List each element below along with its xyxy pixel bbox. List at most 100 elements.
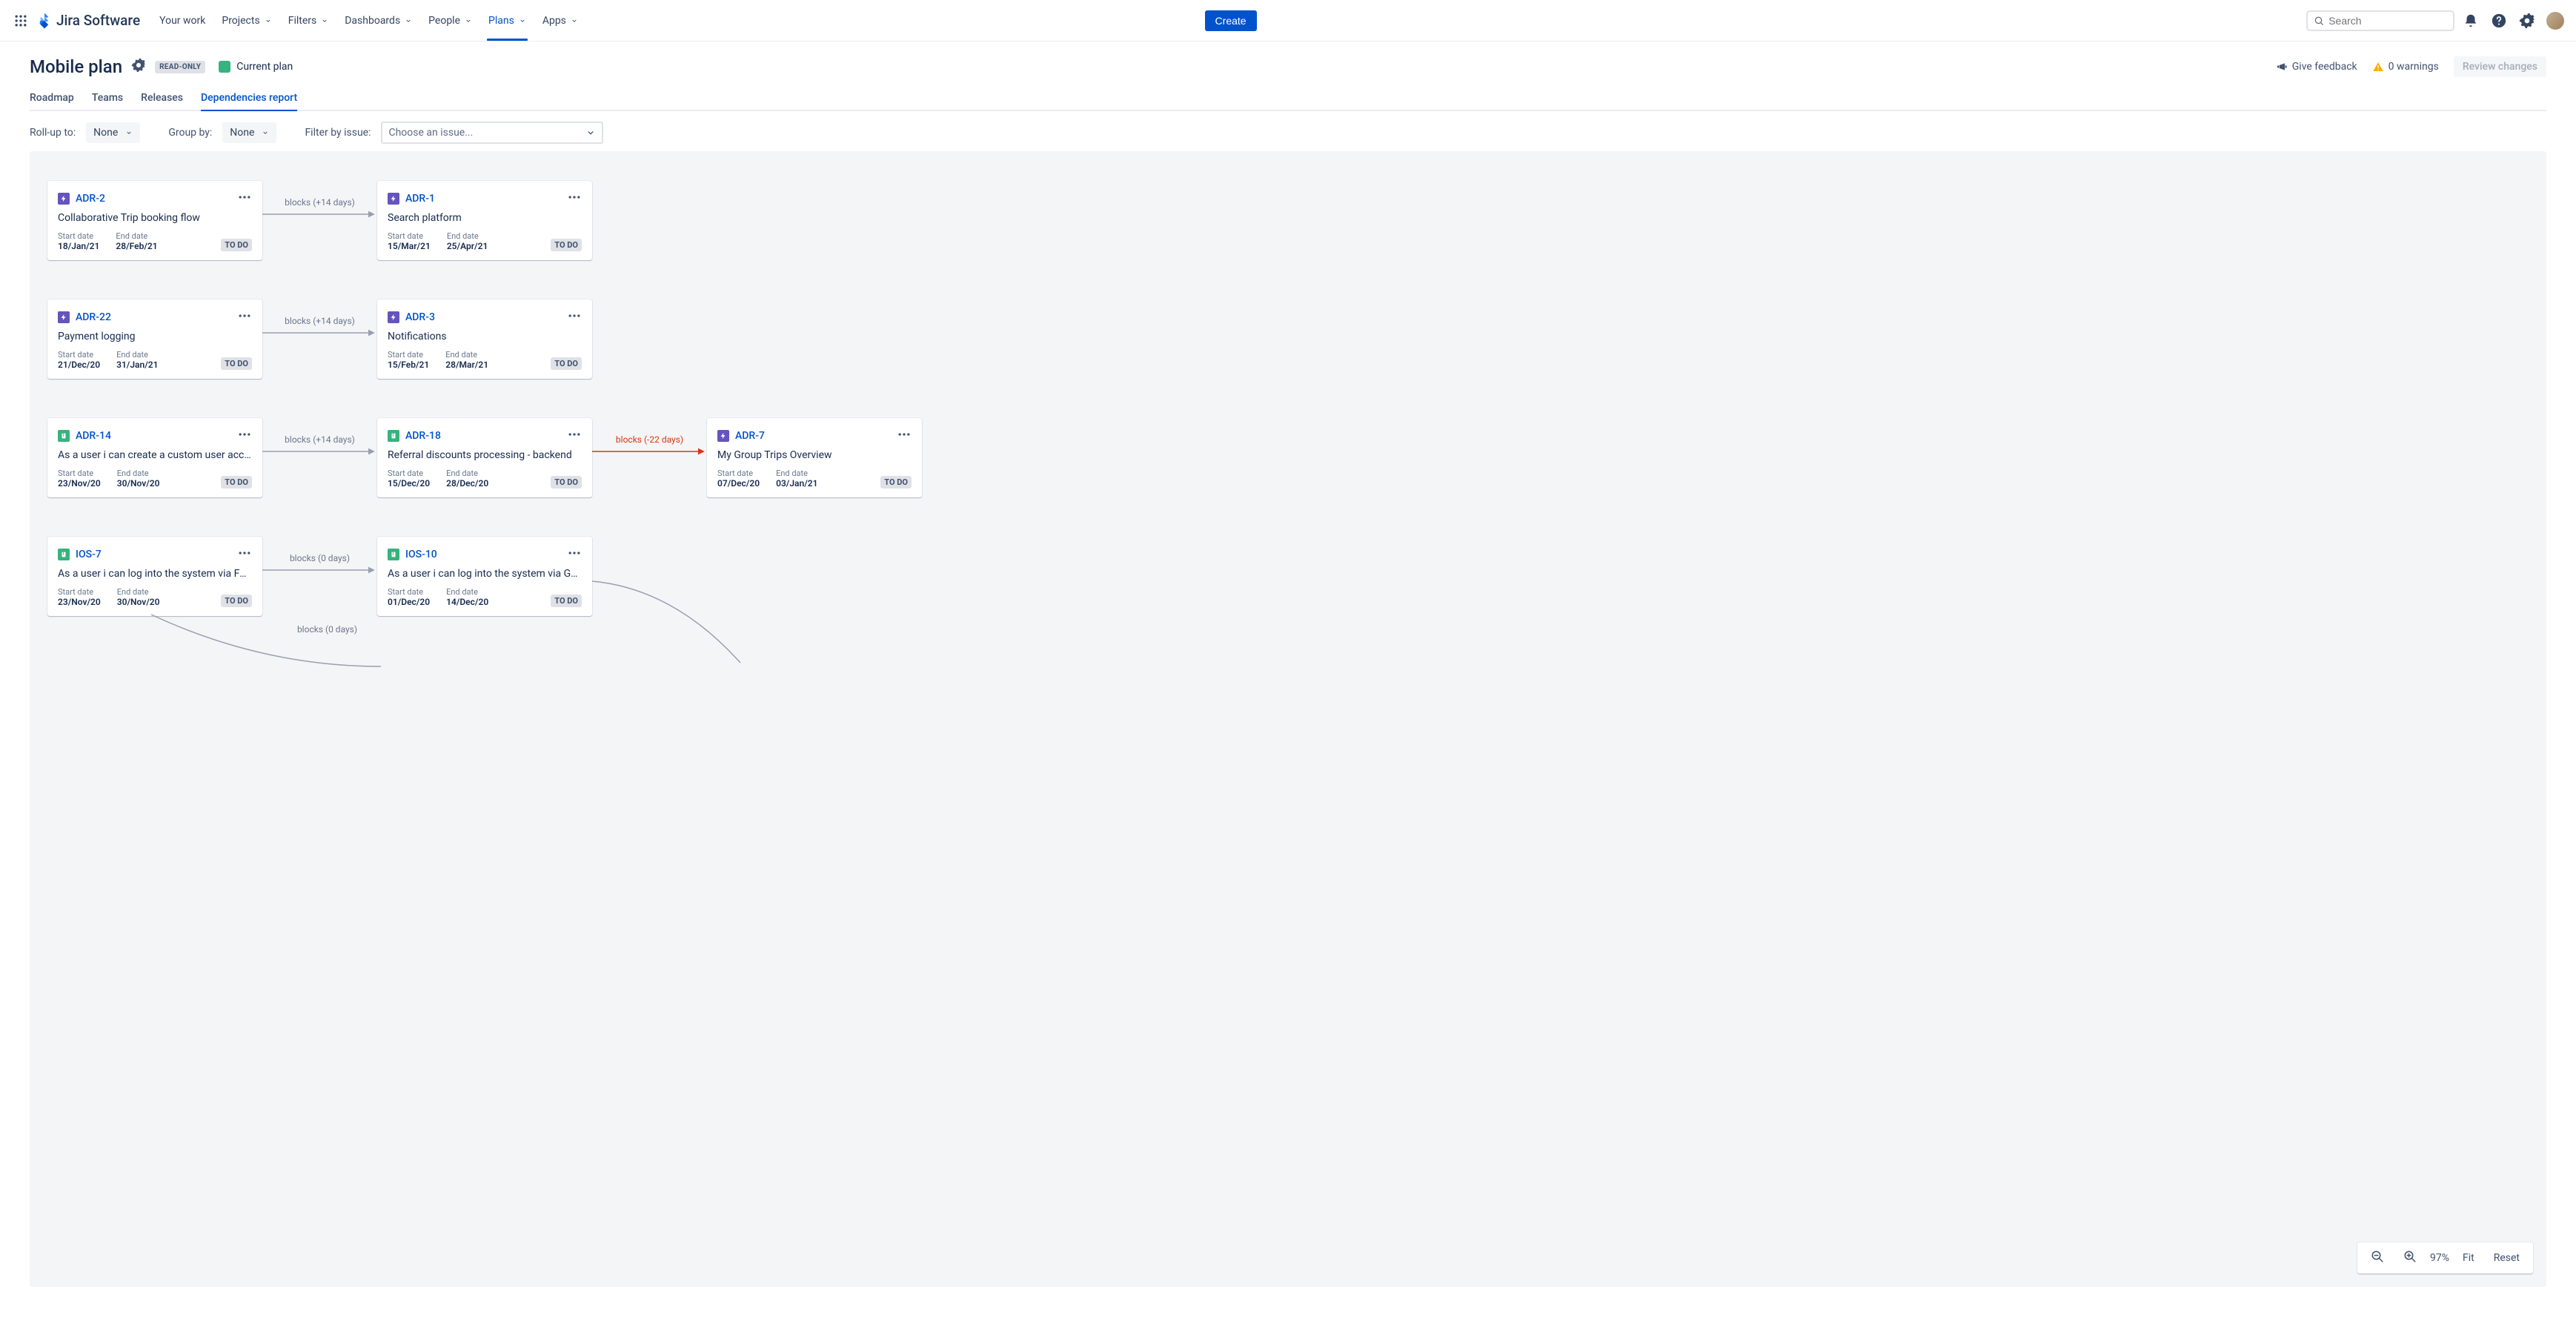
filter-issue-picker[interactable]: Choose an issue... xyxy=(381,122,603,144)
zoom-reset-button[interactable]: Reset xyxy=(2488,1249,2526,1267)
issue-summary: As a user i can log into the system via … xyxy=(388,568,582,580)
epic-issuetype-icon xyxy=(58,311,70,323)
chevron-down-icon xyxy=(405,17,412,24)
issue-card[interactable]: ADR-1 Search platform Start date15/Mar/2… xyxy=(377,181,592,260)
tab-dependencies-report[interactable]: Dependencies report xyxy=(201,86,297,110)
issue-card[interactable]: ADR-2 Collaborative Trip booking flow St… xyxy=(47,181,262,260)
zoom-in-button[interactable] xyxy=(2397,1247,2423,1269)
give-feedback-link[interactable]: Give feedback xyxy=(2276,61,2357,73)
issue-card[interactable]: IOS-10 As a user i can log into the syst… xyxy=(377,537,592,616)
card-actions-menu[interactable] xyxy=(567,308,582,326)
start-date: 07/Dec/20 xyxy=(717,478,760,489)
card-actions-menu[interactable] xyxy=(567,546,582,563)
product-logo[interactable]: Jira Software xyxy=(36,12,140,30)
profile-avatar[interactable] xyxy=(2543,9,2567,33)
zoom-value: 97% xyxy=(2430,1252,2449,1264)
start-date: 23/Nov/20 xyxy=(58,597,101,607)
nav-item-plans[interactable]: Plans xyxy=(481,10,534,31)
issue-card[interactable]: ADR-22 Payment logging Start date21/Dec/… xyxy=(47,299,262,379)
start-date: 15/Dec/20 xyxy=(388,478,430,489)
dependency-row: ADR-14 As a user i can create a custom u… xyxy=(47,418,2529,537)
tab-teams[interactable]: Teams xyxy=(92,86,123,110)
plan-tabs: Roadmap Teams Releases Dependencies report xyxy=(30,86,2546,111)
notifications-icon[interactable] xyxy=(2459,9,2483,33)
issue-key-link[interactable]: ADR-2 xyxy=(76,193,105,205)
epic-issuetype-icon xyxy=(717,430,729,442)
chevron-down-icon xyxy=(321,17,328,24)
card-actions-menu[interactable] xyxy=(237,190,252,208)
nav-item-your-work[interactable]: Your work xyxy=(152,10,213,31)
issue-card[interactable]: ADR-3 Notifications Start date15/Feb/21 … xyxy=(377,299,592,379)
card-actions-menu[interactable] xyxy=(567,190,582,208)
issue-summary: Notifications xyxy=(388,331,582,342)
zoom-fit-button[interactable]: Fit xyxy=(2457,1249,2480,1267)
start-date: 21/Dec/20 xyxy=(58,360,100,370)
filter-label: Filter by issue: xyxy=(305,127,371,139)
card-actions-menu[interactable] xyxy=(237,308,252,326)
nav-item-projects[interactable]: Projects xyxy=(214,10,279,31)
rollup-select[interactable]: None xyxy=(86,122,140,143)
settings-icon[interactable] xyxy=(2515,9,2539,33)
status-lozenge: TO DO xyxy=(221,476,252,489)
issue-key-link[interactable]: ADR-7 xyxy=(735,430,765,442)
issue-key-link[interactable]: ADR-3 xyxy=(405,311,435,323)
issue-key-link[interactable]: ADR-18 xyxy=(405,430,441,442)
dependency-row: ADR-2 Collaborative Trip booking flow St… xyxy=(47,181,2529,299)
deps-toolbar: Roll-up to: None Group by: None Filter b… xyxy=(30,111,2546,151)
issue-key-link[interactable]: ADR-1 xyxy=(405,193,435,205)
issue-card[interactable]: ADR-14 As a user i can create a custom u… xyxy=(47,418,262,497)
end-date: 28/Mar/21 xyxy=(445,360,488,370)
card-actions-menu[interactable] xyxy=(237,427,252,445)
card-actions-menu[interactable] xyxy=(237,546,252,563)
app-switcher-icon[interactable] xyxy=(9,9,33,33)
create-button[interactable]: Create xyxy=(1205,10,1257,31)
readonly-badge: READ-ONLY xyxy=(155,61,205,73)
epic-issuetype-icon xyxy=(58,193,70,205)
card-actions-menu[interactable] xyxy=(567,427,582,445)
zoom-out-button[interactable] xyxy=(2365,1247,2390,1269)
global-search[interactable] xyxy=(2306,10,2454,31)
dependency-label: blocks (-22 days) xyxy=(607,434,692,445)
nav-item-dashboards[interactable]: Dashboards xyxy=(337,10,419,31)
issue-summary: Search platform xyxy=(388,212,582,224)
issue-key-link[interactable]: ADR-22 xyxy=(76,311,111,323)
card-actions-menu[interactable] xyxy=(897,427,912,445)
page-title: Mobile plan xyxy=(30,56,122,77)
issue-card[interactable]: ADR-18 Referral discounts processing - b… xyxy=(377,418,592,497)
dependency-label: blocks (0 days) xyxy=(277,553,362,563)
issue-summary: My Group Trips Overview xyxy=(717,449,912,461)
nav-item-people[interactable]: People xyxy=(421,10,479,31)
issue-key-link[interactable]: IOS-10 xyxy=(405,549,437,560)
issue-card[interactable]: ADR-7 My Group Trips Overview Start date… xyxy=(707,418,922,497)
chevron-down-icon xyxy=(585,128,596,138)
scenario-selector[interactable]: Current plan xyxy=(219,61,293,73)
issue-summary: As a user i can log into the system via … xyxy=(58,568,252,580)
issue-key-link[interactable]: IOS-7 xyxy=(76,549,102,560)
plan-settings-icon[interactable] xyxy=(131,58,146,76)
start-date: 23/Nov/20 xyxy=(58,478,101,489)
search-input[interactable] xyxy=(2328,15,2447,27)
chevron-down-icon xyxy=(125,129,133,136)
nav-item-filters[interactable]: Filters xyxy=(281,10,336,31)
dependency-row: IOS-7 As a user i can log into the syste… xyxy=(47,537,2529,655)
dependencies-canvas[interactable]: ADR-2 Collaborative Trip booking flow St… xyxy=(30,151,2546,1287)
story-issuetype-icon xyxy=(388,549,399,560)
status-lozenge: TO DO xyxy=(221,239,252,251)
warnings-button[interactable]: 0 warnings xyxy=(2372,61,2439,73)
story-issuetype-icon xyxy=(388,430,399,442)
chevron-down-icon xyxy=(465,17,472,24)
tab-roadmap[interactable]: Roadmap xyxy=(30,86,74,110)
help-icon[interactable] xyxy=(2487,9,2511,33)
scenario-color-swatch xyxy=(219,61,230,73)
end-date: 31/Jan/21 xyxy=(116,360,158,370)
status-lozenge: TO DO xyxy=(880,476,912,489)
status-lozenge: TO DO xyxy=(551,239,582,251)
tab-releases[interactable]: Releases xyxy=(141,86,183,110)
review-changes-button[interactable]: Review changes xyxy=(2454,56,2546,77)
issue-card[interactable]: IOS-7 As a user i can log into the syste… xyxy=(47,537,262,616)
groupby-select[interactable]: None xyxy=(222,122,276,143)
nav-item-apps[interactable]: Apps xyxy=(535,10,585,31)
status-lozenge: TO DO xyxy=(551,476,582,489)
issue-key-link[interactable]: ADR-14 xyxy=(76,430,111,442)
end-date: 28/Dec/20 xyxy=(446,478,488,489)
